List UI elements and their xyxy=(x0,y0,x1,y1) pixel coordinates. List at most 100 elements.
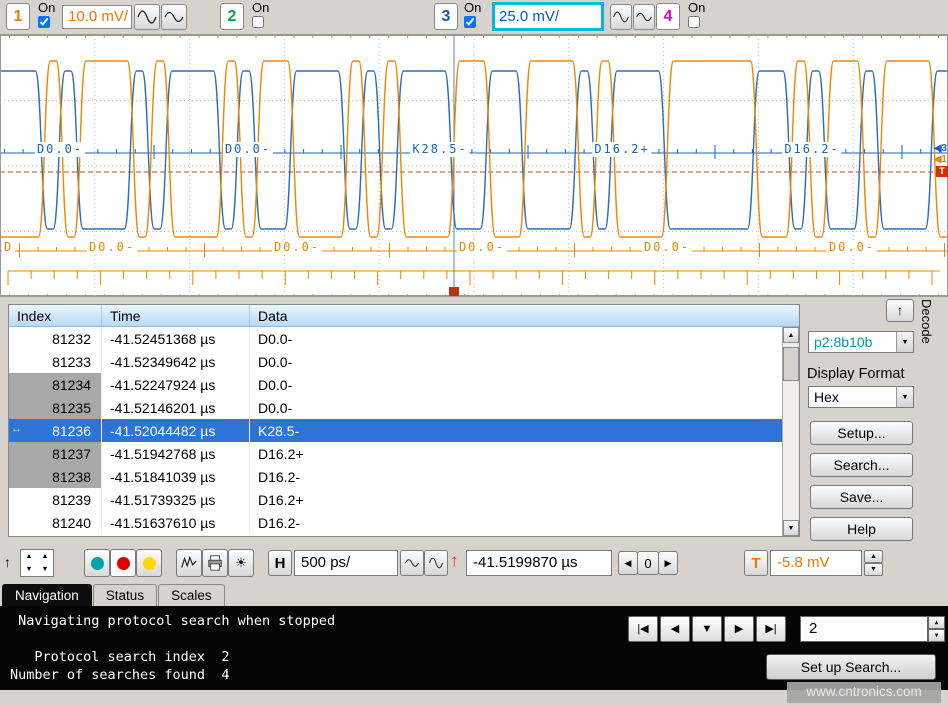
vertical-adjust-spinner[interactable]: ▲▲▼▼ xyxy=(20,549,54,577)
decode-label: D0.0- xyxy=(272,240,322,255)
print-button[interactable] xyxy=(202,549,228,577)
cell-data: K28.5- xyxy=(249,419,782,442)
decode-source-dropdown[interactable]: p2:8b10b ▼ xyxy=(808,331,914,353)
channel-1-scale-down-button[interactable] xyxy=(161,4,187,30)
search-first-button[interactable]: |◀ xyxy=(628,616,658,642)
decode-label: D xyxy=(2,240,15,255)
sine-wave-icon xyxy=(163,6,185,28)
channel-1-scale-field[interactable]: 10.0 mV/ xyxy=(62,5,132,29)
scrollbar-thumb[interactable] xyxy=(783,347,799,381)
table-scrollbar[interactable]: ▲ ▼ xyxy=(782,327,799,536)
spin-down-icon[interactable]: ▼ xyxy=(864,563,883,576)
search-button[interactable]: Search... xyxy=(810,453,913,477)
scroll-down-icon[interactable]: ▼ xyxy=(783,520,799,536)
waveform-tool-button[interactable] xyxy=(176,549,202,577)
waveform-plot xyxy=(0,35,948,297)
search-last-button[interactable]: ▶| xyxy=(756,616,786,642)
pan-left-button[interactable]: ◀ xyxy=(618,551,638,575)
pan-up-icon[interactable]: ↑ xyxy=(4,554,11,570)
tab-navigation[interactable]: Navigation xyxy=(2,584,92,606)
trigger-slope-icon[interactable]: ↑ xyxy=(450,551,459,571)
channel-4-button[interactable]: 4 xyxy=(656,3,680,30)
header-time[interactable]: Time xyxy=(101,305,249,326)
decode-label: D0.0- xyxy=(457,240,507,255)
trigger-level-spinner[interactable]: ▲ ▼ xyxy=(864,550,883,576)
cell-time: -41.51841039 µs xyxy=(101,465,249,488)
decode-label: D0.0- xyxy=(35,142,85,157)
navigation-panel: Navigating protocol search when stopped … xyxy=(0,606,948,690)
cell-index: 81239 xyxy=(9,488,101,511)
spin-up-icon[interactable]: ▲ xyxy=(864,550,883,563)
channel-4-on-checkbox[interactable] xyxy=(688,16,700,28)
trigger-level-field[interactable]: -5.8 mV xyxy=(770,550,862,576)
horizontal-position-field[interactable]: -41.5199870 µs xyxy=(466,550,612,576)
h-scale-coarse-button[interactable] xyxy=(424,550,448,576)
ground-marker-ch1: ◀1 xyxy=(934,155,947,165)
red-marker-button[interactable] xyxy=(110,549,136,577)
channel-3-scale-down-button[interactable] xyxy=(633,4,655,30)
collapse-listing-button[interactable]: ↑ xyxy=(886,299,914,322)
table-row[interactable]: 81239-41.51739325 µsD16.2+ xyxy=(9,488,782,511)
channel-3-on-checkbox[interactable] xyxy=(464,16,476,28)
trigger-button[interactable]: T xyxy=(744,550,768,576)
pan-right-button[interactable]: ▶ xyxy=(658,551,678,575)
horizontal-button[interactable]: H xyxy=(268,550,292,576)
table-row[interactable]: 81236-41.52044482 µsK28.5-↔ xyxy=(9,419,782,442)
cell-index: 81237 xyxy=(9,442,101,465)
header-index[interactable]: Index xyxy=(9,305,101,326)
table-row[interactable]: 81234-41.52247924 µsD0.0- xyxy=(9,373,782,396)
scroll-up-icon[interactable]: ▲ xyxy=(783,327,799,343)
search-index-field[interactable]: 2 xyxy=(800,616,928,642)
table-row[interactable]: 81240-41.51637610 µsD16.2- xyxy=(9,511,782,534)
spin-up-icon[interactable]: ▲ xyxy=(928,616,945,629)
setup-button[interactable]: Setup... xyxy=(810,421,913,445)
cell-data: D0.0- xyxy=(249,396,782,419)
channel-3-scale-field[interactable]: 25.0 mV/ xyxy=(492,2,604,31)
channel-1-button[interactable]: 1 xyxy=(6,3,30,30)
sine-wave-icon xyxy=(635,7,653,27)
channel-2-on-label: On xyxy=(252,1,269,15)
sine-wave-icon xyxy=(428,555,444,571)
search-previous-button[interactable]: ◀ xyxy=(660,616,690,642)
save-button[interactable]: Save... xyxy=(810,485,913,509)
channel-3-button[interactable]: 3 xyxy=(434,3,458,30)
teal-circle-icon xyxy=(91,557,104,570)
table-row[interactable]: 81238-41.51841039 µsD16.2- xyxy=(9,465,782,488)
down-triangle-icon: ▼ xyxy=(37,563,53,576)
channel-2-on-group: On xyxy=(252,1,269,28)
search-next-button[interactable]: ▶ xyxy=(724,616,754,642)
table-row[interactable]: 81233-41.52349642 µsD0.0- xyxy=(9,350,782,373)
tab-scales[interactable]: Scales xyxy=(158,584,225,606)
header-data[interactable]: Data xyxy=(249,305,799,326)
waveform-display[interactable]: D0.0-D0.0-K28.5-D16.2+D16.2-DD0.0-D0.0-D… xyxy=(0,34,948,296)
teal-marker-button[interactable] xyxy=(84,549,110,577)
decode-label: D16.2- xyxy=(782,142,841,157)
search-current-button[interactable]: ▼ xyxy=(692,616,722,642)
navigation-message-line1: Navigating protocol search when stopped xyxy=(10,612,335,630)
table-row[interactable]: 81237-41.51942768 µsD16.2+ xyxy=(9,442,782,465)
channel-1-on-checkbox[interactable] xyxy=(38,16,50,28)
display-format-dropdown[interactable]: Hex ▼ xyxy=(808,386,914,408)
table-header: Index Time Data xyxy=(9,305,799,327)
yellow-marker-button[interactable] xyxy=(136,549,162,577)
h-scale-fine-button[interactable] xyxy=(400,550,424,576)
table-row[interactable]: 81235-41.52146201 µsD0.0- xyxy=(9,396,782,419)
help-button[interactable]: Help xyxy=(810,517,913,541)
channel-2-button[interactable]: 2 xyxy=(220,3,244,30)
trigger-level-marker: T xyxy=(936,166,948,177)
sine-wave-icon xyxy=(404,555,420,571)
cell-data: D16.2+ xyxy=(249,488,782,511)
channel-2-on-checkbox[interactable] xyxy=(252,16,264,28)
table-row[interactable]: 81232-41.52451368 µsD0.0- xyxy=(9,327,782,350)
brightness-button[interactable]: ☀ xyxy=(228,549,254,577)
decode-label: K28.5- xyxy=(410,142,469,157)
zero-position-button[interactable]: 0 xyxy=(637,551,659,575)
cell-time: -41.52044482 µs xyxy=(101,419,249,442)
channel-3-scale-up-button[interactable] xyxy=(610,4,632,30)
spin-down-icon[interactable]: ▼ xyxy=(928,629,945,642)
set-up-search-button[interactable]: Set up Search... xyxy=(766,654,936,680)
horizontal-scale-field[interactable]: 500 ps/ xyxy=(294,550,398,576)
channel-1-scale-up-button[interactable] xyxy=(134,4,160,30)
search-index-spinner[interactable]: ▲ ▼ xyxy=(928,616,945,642)
tab-status[interactable]: Status xyxy=(93,584,157,606)
